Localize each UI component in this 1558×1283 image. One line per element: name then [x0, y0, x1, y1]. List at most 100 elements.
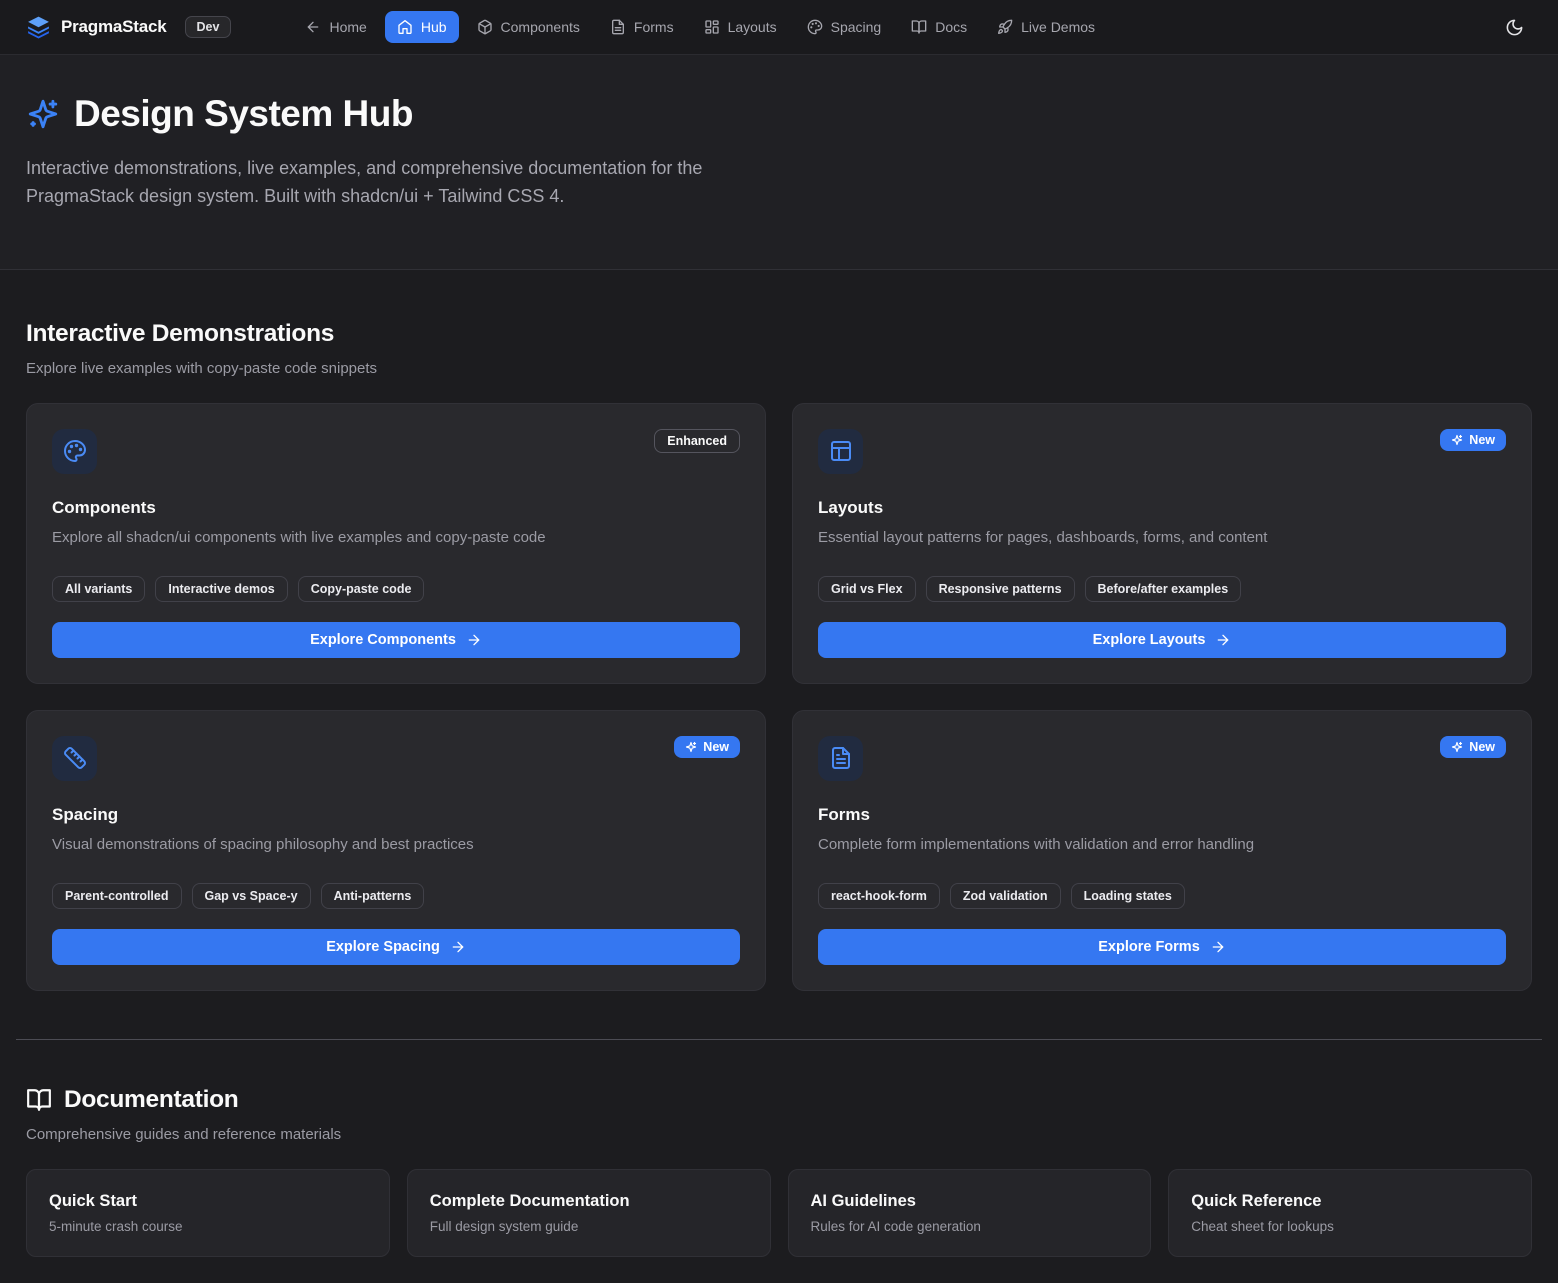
tag-row: Parent-controlled Gap vs Space-y Anti-pa… — [52, 883, 740, 909]
new-badge: New — [1440, 736, 1506, 758]
button-label: Explore Layouts — [1093, 632, 1206, 648]
tag-row: Grid vs Flex Responsive patterns Before/… — [818, 576, 1506, 602]
demo-card-components: Enhanced Components Explore all shadcn/u… — [26, 403, 766, 684]
nav-item-label: Hub — [421, 19, 447, 35]
page-title-text: Design System Hub — [74, 93, 413, 135]
doc-card-quick-reference[interactable]: Quick Reference Cheat sheet for lookups — [1168, 1169, 1532, 1257]
badge-label: New — [1469, 740, 1495, 754]
doc-card-title: Quick Start — [49, 1192, 367, 1211]
nav-item-forms[interactable]: Forms — [598, 11, 686, 43]
hero-section: Design System Hub Interactive demonstrat… — [0, 55, 1558, 270]
nav-item-label: Home — [329, 19, 366, 35]
docs-card-grid: Quick Start 5-minute crash course Comple… — [26, 1169, 1532, 1257]
nav-item-live-demos[interactable]: Live Demos — [985, 11, 1107, 43]
explore-components-button[interactable]: Explore Components — [52, 622, 740, 658]
doc-card-complete-documentation[interactable]: Complete Documentation Full design syste… — [407, 1169, 771, 1257]
doc-card-title: AI Guidelines — [811, 1192, 1129, 1211]
explore-spacing-button[interactable]: Explore Spacing — [52, 929, 740, 965]
file-text-icon — [610, 19, 626, 35]
main-content: Interactive Demonstrations Explore live … — [0, 270, 1558, 1283]
tag: Responsive patterns — [926, 576, 1075, 602]
tag: Zod validation — [950, 883, 1061, 909]
env-badge: Dev — [185, 16, 232, 38]
doc-card-title: Complete Documentation — [430, 1192, 748, 1211]
sparkles-icon — [1451, 741, 1463, 753]
card-title: Layouts — [818, 498, 1506, 518]
nav-item-label: Components — [501, 19, 580, 35]
brand: PragmaStack Dev — [26, 15, 231, 40]
tag: All variants — [52, 576, 145, 602]
doc-card-ai-guidelines[interactable]: AI Guidelines Rules for AI code generati… — [788, 1169, 1152, 1257]
card-header: Enhanced — [52, 429, 740, 474]
arrow-left-icon — [305, 19, 321, 35]
button-label: Explore Spacing — [326, 939, 440, 955]
nav-item-label: Forms — [634, 19, 674, 35]
card-header: New — [818, 736, 1506, 781]
card-title: Components — [52, 498, 740, 518]
rocket-icon — [997, 19, 1013, 35]
tag-row: All variants Interactive demos Copy-past… — [52, 576, 740, 602]
nav-item-home[interactable]: Home — [293, 11, 378, 43]
docs-section-title: Documentation — [26, 1086, 1532, 1114]
arrow-right-icon — [450, 939, 466, 955]
ruler-icon — [52, 736, 97, 781]
palette-icon — [807, 19, 823, 35]
theme-toggle-button[interactable] — [1497, 10, 1532, 45]
sparkles-icon — [26, 97, 60, 131]
doc-card-description: 5-minute crash course — [49, 1219, 367, 1234]
new-badge: New — [674, 736, 740, 758]
moon-icon — [1505, 18, 1524, 37]
page-subtitle: Interactive demonstrations, live example… — [26, 155, 774, 211]
tag: Before/after examples — [1085, 576, 1242, 602]
nav-item-components[interactable]: Components — [465, 11, 592, 43]
badge-label: New — [1469, 433, 1495, 447]
doc-card-description: Full design system guide — [430, 1219, 748, 1234]
badge-label: New — [703, 740, 729, 754]
doc-card-description: Cheat sheet for lookups — [1191, 1219, 1509, 1234]
section-divider — [16, 1039, 1542, 1040]
page-title: Design System Hub — [26, 93, 1532, 135]
doc-card-quick-start[interactable]: Quick Start 5-minute crash course — [26, 1169, 390, 1257]
nav-item-docs[interactable]: Docs — [899, 11, 979, 43]
arrow-right-icon — [466, 632, 482, 648]
tag: Copy-paste code — [298, 576, 425, 602]
tag: Grid vs Flex — [818, 576, 916, 602]
status-badge: Enhanced — [654, 429, 740, 453]
nav-item-hub[interactable]: Hub — [385, 11, 459, 43]
tag: Gap vs Space-y — [192, 883, 311, 909]
file-text-icon — [818, 736, 863, 781]
nav-item-label: Live Demos — [1021, 19, 1095, 35]
doc-card-title: Quick Reference — [1191, 1192, 1509, 1211]
nav-item-label: Layouts — [728, 19, 777, 35]
new-badge: New — [1440, 429, 1506, 451]
nav-item-spacing[interactable]: Spacing — [795, 11, 894, 43]
book-open-icon — [26, 1087, 52, 1113]
card-description: Complete form implementations with valid… — [818, 834, 1506, 855]
docs-section-subtitle: Comprehensive guides and reference mater… — [26, 1126, 1532, 1143]
demo-card-spacing: New Spacing Visual demonstrations of spa… — [26, 710, 766, 991]
explore-layouts-button[interactable]: Explore Layouts — [818, 622, 1506, 658]
book-open-icon — [911, 19, 927, 35]
tag: Loading states — [1071, 883, 1185, 909]
card-title: Forms — [818, 805, 1506, 825]
nav-item-label: Spacing — [831, 19, 882, 35]
button-label: Explore Forms — [1098, 939, 1200, 955]
brand-name: PragmaStack — [61, 17, 167, 37]
button-label: Explore Components — [310, 632, 456, 648]
card-header: New — [818, 429, 1506, 474]
nav-menu: Home Hub Components Forms Layouts — [293, 11, 1107, 43]
top-navigation: PragmaStack Dev Home Hub Components Fo — [0, 0, 1558, 55]
nav-item-layouts[interactable]: Layouts — [692, 11, 789, 43]
tag: Parent-controlled — [52, 883, 182, 909]
sparkles-icon — [1451, 434, 1463, 446]
nav-item-label: Docs — [935, 19, 967, 35]
palette-icon — [52, 429, 97, 474]
tag: react-hook-form — [818, 883, 940, 909]
card-header: New — [52, 736, 740, 781]
explore-forms-button[interactable]: Explore Forms — [818, 929, 1506, 965]
arrow-right-icon — [1215, 632, 1231, 648]
panel-top-icon — [818, 429, 863, 474]
docs-title-text: Documentation — [64, 1086, 238, 1114]
demo-card-layouts: New Layouts Essential layout patterns fo… — [792, 403, 1532, 684]
home-icon — [397, 19, 413, 35]
